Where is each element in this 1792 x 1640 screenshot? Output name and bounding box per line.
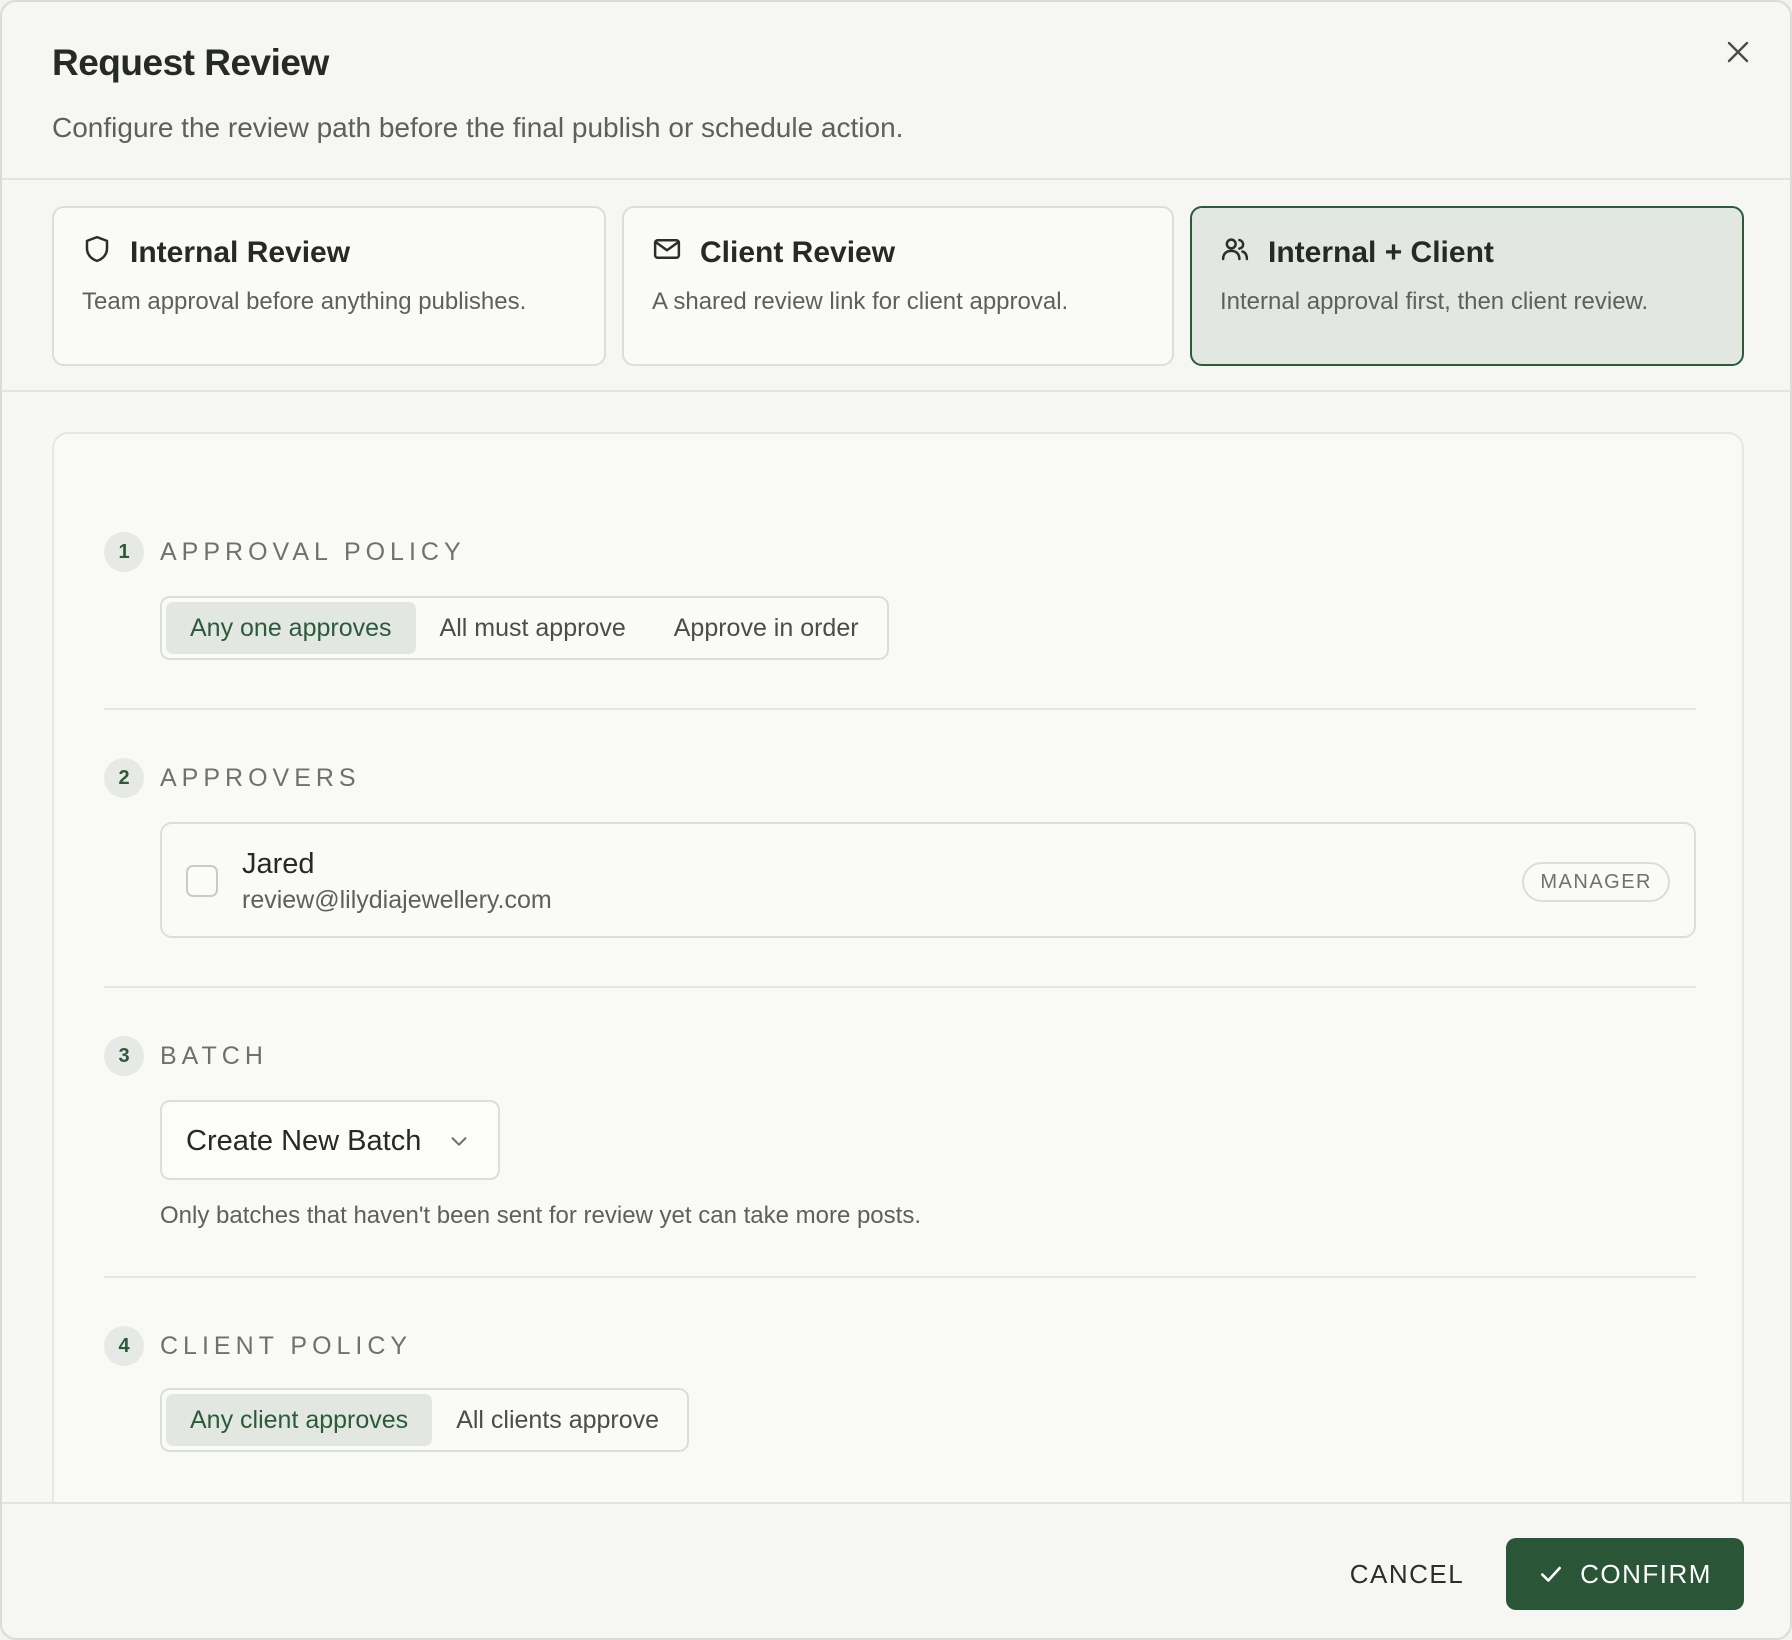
section-label: APPROVERS <box>160 764 361 792</box>
step-number: 4 <box>104 1326 144 1366</box>
mode-description: A shared review link for client approval… <box>652 288 1069 315</box>
approver-email: review@lilydiajewellery.com <box>242 886 552 914</box>
close-icon <box>1727 41 1749 63</box>
check-icon <box>1541 1566 1562 1582</box>
mode-title: Client Review <box>700 236 896 269</box>
section-approval-policy: 1 APPROVAL POLICY Any one approves All m… <box>104 532 1696 662</box>
batch-dropdown[interactable]: Create New Batch <box>160 1100 500 1180</box>
mode-title: Internal Review <box>130 236 351 269</box>
option-approve-in-order[interactable]: Approve in order <box>650 602 883 654</box>
dialog-title: Request Review <box>52 42 329 83</box>
dialog-footer: CANCEL CONFIRM <box>2 1502 1790 1638</box>
section-label: CLIENT POLICY <box>160 1332 413 1360</box>
chevron-down-icon <box>451 1137 467 1146</box>
approver-name: Jared <box>242 848 315 880</box>
mode-description: Internal approval first, then client rev… <box>1220 288 1649 315</box>
mode-card-internal-review[interactable]: Internal Review Team approval before any… <box>52 206 606 366</box>
section-divider <box>104 986 1696 988</box>
batch-help-text: Only batches that haven't been sent for … <box>160 1202 921 1229</box>
mail-icon <box>653 239 681 259</box>
mode-card-client-review[interactable]: Client Review A shared review link for c… <box>622 206 1174 366</box>
client-policy-segmented-control: Any client approves All clients approve <box>160 1388 690 1452</box>
step-number: 2 <box>104 758 144 798</box>
request-review-dialog: Request Review Configure the review path… <box>0 0 1792 1640</box>
mode-title: Internal + Client <box>1268 236 1494 269</box>
confirm-button[interactable]: CONFIRM <box>1506 1538 1744 1610</box>
review-settings-panel: 1 APPROVAL POLICY Any one approves All m… <box>52 432 1744 1512</box>
users-icon <box>1221 238 1249 261</box>
batch-selected-value: Create New Batch <box>186 1125 422 1157</box>
section-approvers: 2 APPROVERS Jared review@lilydiajeweller… <box>104 758 1696 948</box>
confirm-label: CONFIRM <box>1580 1558 1712 1589</box>
mode-card-internal-client[interactable]: Internal + Client Internal approval firs… <box>1190 206 1744 366</box>
section-batch: 3 BATCH Create New Batch Only batches th… <box>104 1036 1696 1246</box>
review-mode-selector: Internal Review Team approval before any… <box>2 180 1790 392</box>
approval-policy-segmented-control: Any one approves All must approve Approv… <box>160 596 889 660</box>
cancel-button[interactable]: CANCEL <box>1332 1538 1482 1610</box>
dialog-subtitle: Configure the review path before the fin… <box>52 112 904 143</box>
section-divider <box>104 708 1696 710</box>
dialog-header: Request Review Configure the review path… <box>2 2 1790 180</box>
section-label: BATCH <box>160 1042 268 1070</box>
option-any-one-approves[interactable]: Any one approves <box>166 602 416 654</box>
section-divider <box>104 1276 1696 1278</box>
option-any-client-approves[interactable]: Any client approves <box>166 1394 433 1446</box>
mode-description: Team approval before anything publishes. <box>82 288 527 315</box>
section-client-policy: 4 CLIENT POLICY Any client approves All … <box>104 1326 1696 1456</box>
approver-row[interactable]: Jared review@lilydiajewellery.com MANAGE… <box>160 822 1696 938</box>
step-number: 3 <box>104 1036 144 1076</box>
option-all-must-approve[interactable]: All must approve <box>416 602 650 654</box>
close-button[interactable] <box>1720 34 1756 70</box>
approver-checkbox[interactable] <box>186 865 218 897</box>
shield-icon <box>85 235 109 263</box>
section-label: APPROVAL POLICY <box>160 538 466 566</box>
role-badge: MANAGER <box>1522 862 1670 902</box>
step-number: 1 <box>104 532 144 572</box>
option-all-clients-approve[interactable]: All clients approve <box>432 1394 683 1446</box>
